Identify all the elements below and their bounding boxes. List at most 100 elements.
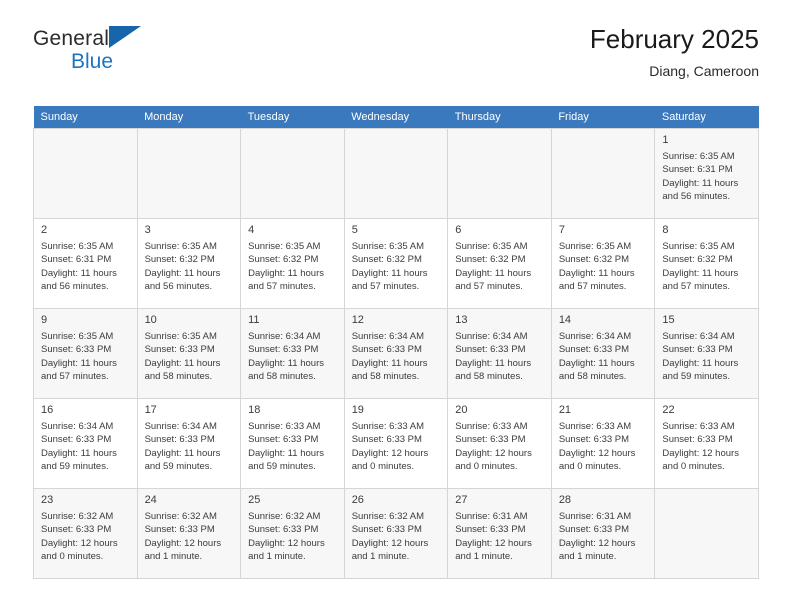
sunrise-text: Sunrise: 6:32 AM	[248, 511, 321, 522]
day-info: Sunrise: 6:35 AM Sunset: 6:32 PM Daylight:…	[241, 238, 344, 294]
calendar-day-cell[interactable]: 25 Sunrise: 6:32 AM Sunset: 6:33 PM Dayligh…	[240, 488, 345, 579]
sunset-text: Sunset: 6:33 PM	[41, 434, 112, 446]
calendar-day-cell[interactable]: 27 Sunrise: 6:31 AM Sunset: 6:33 PM Dayligh…	[447, 488, 552, 579]
sunrise-text: Sunrise: 6:34 AM	[455, 331, 528, 342]
day-info: Sunrise: 6:35 AM Sunset: 6:31 PM Daylight:…	[34, 238, 137, 294]
calendar-day-cell[interactable]: 26 Sunrise: 6:32 AM Sunset: 6:33 PM Dayligh…	[343, 488, 449, 579]
day-number: 16	[41, 404, 54, 416]
sunrise-text: Sunrise: 6:35 AM	[144, 331, 217, 342]
sunset-text: Sunset: 6:33 PM	[455, 434, 526, 446]
sunrise-text: Sunrise: 6:32 AM	[144, 511, 217, 522]
daylight-text: Daylight: 11 hours and 56 minutes.	[662, 177, 739, 203]
day-number: 2	[41, 224, 48, 236]
day-number: 10	[144, 314, 157, 326]
day-info: Sunrise: 6:35 AM Sunset: 6:32 PM Daylight:…	[138, 238, 241, 294]
sunrise-text: Sunrise: 6:35 AM	[144, 241, 217, 252]
day-number: 14	[558, 314, 572, 326]
calendar-day-cell[interactable]: 17 Sunrise: 6:34 AM Sunset: 6:33 PM Dayligh…	[136, 398, 242, 489]
calendar-day-cell[interactable]: 18 Sunrise: 6:33 AM Sunset: 6:33 PM Dayligh…	[240, 398, 345, 489]
day-info: Sunrise: 6:34 AM Sunset: 6:33 PM Daylight:…	[345, 328, 448, 384]
weekday-header-wednesday: Wednesday	[344, 106, 448, 129]
sunset-text: Sunset: 6:33 PM	[455, 524, 526, 536]
calendar-day-cell[interactable]: 9 Sunrise: 6:35 AM Sunset: 6:33 PM Daylight…	[33, 308, 138, 399]
day-info: Sunrise: 6:34 AM Sunset: 6:33 PM Daylight:…	[34, 418, 137, 474]
calendar-day-cell[interactable]: 8 Sunrise: 6:35 AM Sunset: 6:32 PM Daylight…	[654, 218, 759, 309]
daylight-text: Daylight: 11 hours and 59 minutes.	[41, 447, 117, 473]
sunset-text: Sunset: 6:32 PM	[662, 254, 733, 266]
day-number	[138, 129, 241, 135]
calendar-week-row: 2 Sunrise: 6:35 AM Sunset: 6:31 PM Daylight…	[33, 218, 759, 309]
day-number: 24	[144, 494, 157, 506]
calendar-day-cell[interactable]: 4 Sunrise: 6:35 AM Sunset: 6:32 PM Daylight…	[240, 218, 345, 309]
day-number: 25	[248, 494, 261, 506]
calendar-day-cell[interactable]: 11 Sunrise: 6:34 AM Sunset: 6:33 PM Dayligh…	[240, 308, 345, 399]
weekday-header-monday: Monday	[137, 106, 241, 129]
sunrise-text: Sunrise: 6:32 AM	[41, 511, 114, 522]
calendar-day-cell[interactable]: 20 Sunrise: 6:33 AM Sunset: 6:33 PM Dayligh…	[447, 398, 552, 489]
brand-logo[interactable]: General Blue	[33, 26, 253, 74]
daylight-text: Daylight: 11 hours and 57 minutes.	[41, 357, 117, 383]
daylight-text: Daylight: 11 hours and 59 minutes.	[144, 447, 221, 473]
calendar-day-cell[interactable]: 10 Sunrise: 6:35 AM Sunset: 6:33 PM Dayligh…	[136, 308, 242, 399]
sunrise-text: Sunrise: 6:33 AM	[351, 421, 425, 432]
calendar-cell-empty	[240, 128, 345, 219]
calendar-week-row: 9 Sunrise: 6:35 AM Sunset: 6:33 PM Daylight…	[33, 308, 759, 399]
calendar-day-cell[interactable]: 13 Sunrise: 6:34 AM Sunset: 6:33 PM Dayligh…	[447, 308, 552, 399]
day-number: 20	[455, 404, 468, 416]
calendar-day-cell[interactable]: 15 Sunrise: 6:34 AM Sunset: 6:33 PM Dayligh…	[654, 308, 759, 399]
day-info: Sunrise: 6:32 AM Sunset: 6:33 PM Daylight:…	[34, 508, 137, 564]
daylight-text: Daylight: 11 hours and 58 minutes.	[455, 357, 532, 383]
sunrise-text: Sunrise: 6:34 AM	[144, 421, 217, 432]
sunrise-text: Sunrise: 6:34 AM	[558, 331, 632, 342]
calendar-day-cell[interactable]: 7 Sunrise: 6:35 AM Sunset: 6:32 PM Daylight…	[550, 218, 656, 309]
calendar-day-cell[interactable]: 1 Sunrise: 6:35 AM Sunset: 6:31 PM Daylight…	[654, 128, 759, 219]
day-info: Sunrise: 6:34 AM Sunset: 6:33 PM Daylight:…	[138, 418, 241, 474]
sunset-text: Sunset: 6:33 PM	[558, 344, 630, 356]
calendar-day-cell[interactable]: 19 Sunrise: 6:33 AM Sunset: 6:33 PM Dayligh…	[343, 398, 449, 489]
brand-name-blue: Blue	[71, 50, 114, 73]
day-number	[448, 129, 551, 135]
daylight-text: Daylight: 12 hours and 1 minute.	[351, 537, 429, 563]
calendar-day-cell[interactable]: 24 Sunrise: 6:32 AM Sunset: 6:33 PM Dayligh…	[136, 488, 242, 579]
calendar-day-cell[interactable]: 14 Sunrise: 6:34 AM Sunset: 6:33 PM Dayligh…	[550, 308, 656, 399]
day-number: 23	[41, 494, 54, 506]
day-info: Sunrise: 6:35 AM Sunset: 6:32 PM Daylight:…	[448, 238, 551, 294]
sunset-text: Sunset: 6:33 PM	[248, 344, 319, 356]
calendar-day-cell[interactable]: 6 Sunrise: 6:35 AM Sunset: 6:32 PM Daylight…	[447, 218, 552, 309]
sunrise-text: Sunrise: 6:34 AM	[662, 331, 735, 342]
title-block: February 2025 Diang, Cameroon	[590, 24, 759, 80]
daylight-text: Daylight: 12 hours and 0 minutes.	[455, 447, 532, 473]
sunrise-text: Sunrise: 6:33 AM	[558, 421, 632, 432]
sunset-text: Sunset: 6:32 PM	[455, 254, 526, 266]
day-info: Sunrise: 6:33 AM Sunset: 6:33 PM Daylight:…	[241, 418, 344, 474]
daylight-text: Daylight: 12 hours and 0 minutes.	[41, 537, 118, 563]
daylight-text: Daylight: 11 hours and 56 minutes.	[41, 267, 117, 293]
daylight-text: Daylight: 12 hours and 1 minute.	[248, 537, 325, 563]
day-number: 5	[351, 224, 358, 236]
sunset-text: Sunset: 6:33 PM	[41, 344, 112, 356]
sunset-text: Sunset: 6:33 PM	[558, 524, 630, 536]
calendar-day-cell[interactable]: 12 Sunrise: 6:34 AM Sunset: 6:33 PM Dayligh…	[343, 308, 449, 399]
calendar-day-cell[interactable]: 22 Sunrise: 6:33 AM Sunset: 6:33 PM Dayligh…	[654, 398, 759, 489]
daylight-text: Daylight: 12 hours and 1 minute.	[455, 537, 532, 563]
calendar-week-row: 16 Sunrise: 6:34 AM Sunset: 6:33 PM Dayligh…	[33, 398, 759, 489]
calendar-week-row: 1 Sunrise: 6:35 AM Sunset: 6:31 PM Daylight…	[33, 128, 759, 219]
calendar-day-cell[interactable]: 3 Sunrise: 6:35 AM Sunset: 6:32 PM Daylight…	[136, 218, 242, 309]
calendar-day-cell[interactable]: 23 Sunrise: 6:32 AM Sunset: 6:33 PM Dayligh…	[33, 488, 138, 579]
day-number	[655, 489, 758, 495]
sunset-text: Sunset: 6:33 PM	[248, 434, 319, 446]
calendar-day-cell[interactable]: 2 Sunrise: 6:35 AM Sunset: 6:31 PM Daylight…	[33, 218, 138, 309]
day-number	[34, 129, 137, 135]
day-number: 4	[248, 224, 255, 236]
sunrise-text: Sunrise: 6:31 AM	[455, 511, 528, 522]
daylight-text: Daylight: 12 hours and 0 minutes.	[662, 447, 739, 473]
calendar-day-cell[interactable]: 21 Sunrise: 6:33 AM Sunset: 6:33 PM Dayligh…	[550, 398, 656, 489]
day-number: 7	[558, 224, 565, 236]
daylight-text: Daylight: 11 hours and 56 minutes.	[144, 267, 221, 293]
calendar-cell-empty	[654, 488, 759, 579]
sunset-text: Sunset: 6:32 PM	[558, 254, 630, 266]
calendar-day-cell[interactable]: 5 Sunrise: 6:35 AM Sunset: 6:32 PM Daylight…	[343, 218, 449, 309]
day-number: 18	[248, 404, 261, 416]
calendar-day-cell[interactable]: 16 Sunrise: 6:34 AM Sunset: 6:33 PM Dayligh…	[33, 398, 138, 489]
calendar-day-cell[interactable]: 28 Sunrise: 6:31 AM Sunset: 6:33 PM Dayligh…	[550, 488, 656, 579]
